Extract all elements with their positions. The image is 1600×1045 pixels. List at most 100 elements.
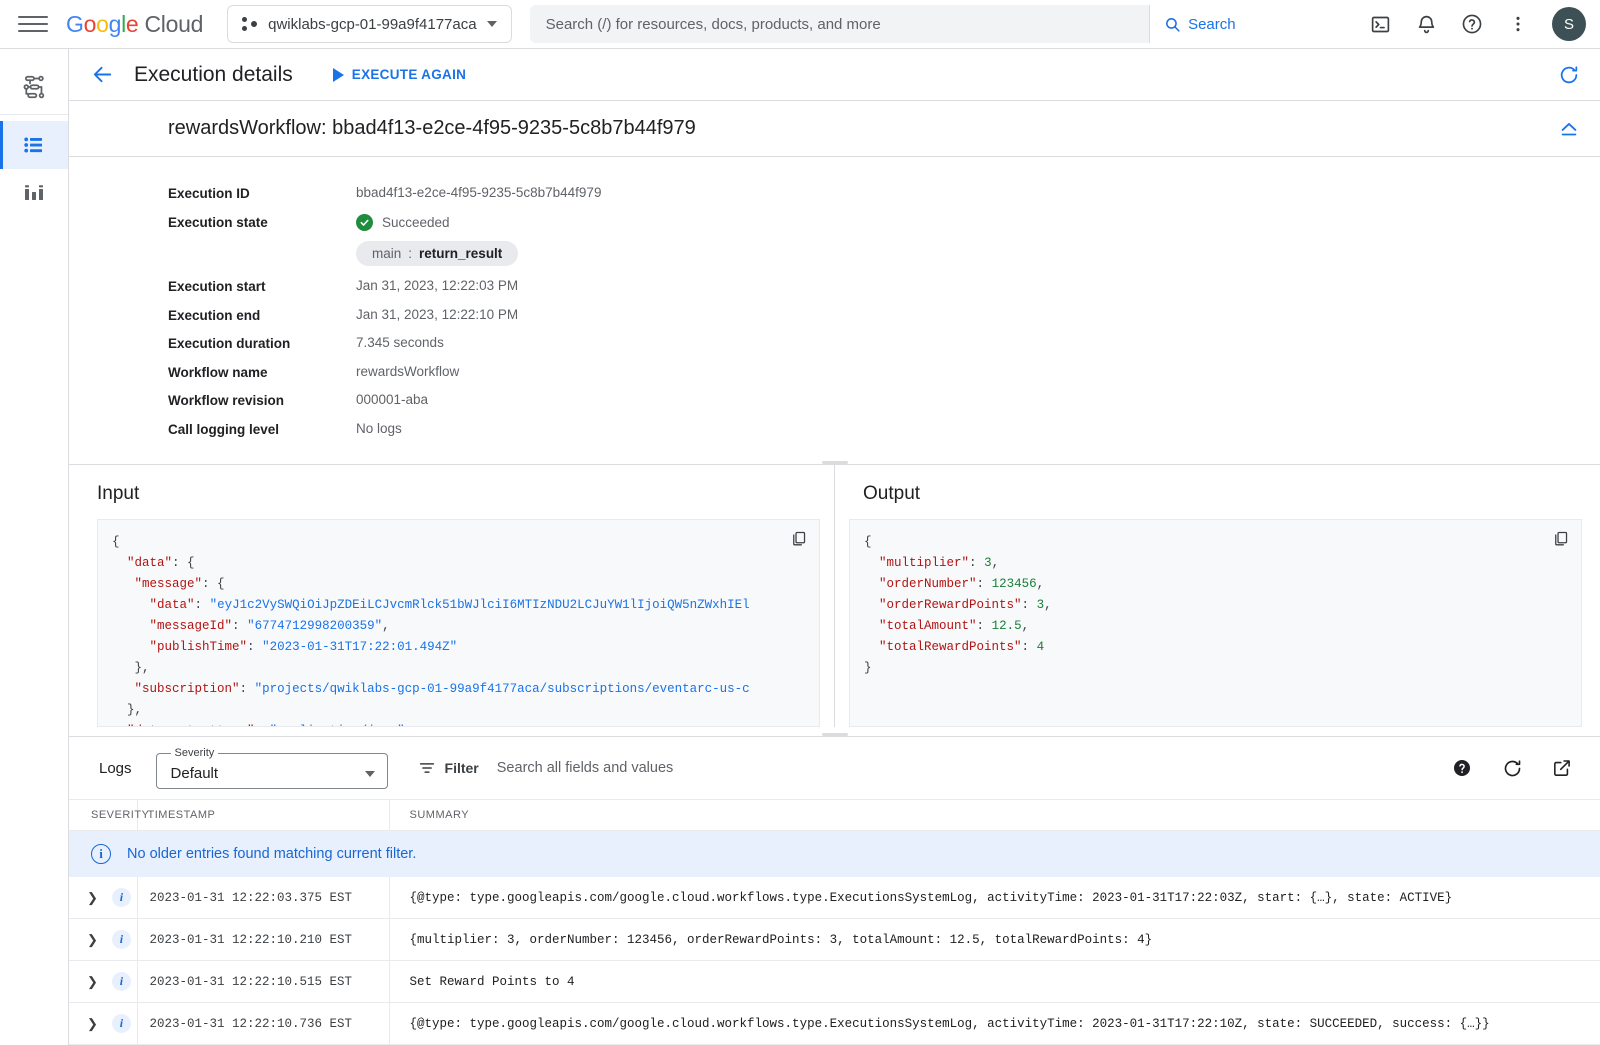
column-header-severity[interactable]: SEVERITY <box>69 800 137 831</box>
logs-actions <box>1442 748 1582 788</box>
detail-value: rewardsWorkflow <box>356 364 459 379</box>
search-button[interactable]: Search <box>1149 5 1254 43</box>
log-summary: {@type: type.googleapis.com/google.cloud… <box>389 1003 1600 1045</box>
content-column: Execution details EXECUTE AGAIN rewardsW… <box>69 49 1600 1045</box>
menu-icon[interactable] <box>18 9 48 39</box>
table-row[interactable]: ❯ i 2023-01-31 12:22:10.515 EST Set Rewa… <box>69 961 1600 1003</box>
log-severity-cell[interactable]: ❯ i <box>69 877 137 919</box>
detail-label: Execution duration <box>168 335 356 351</box>
copy-output-button[interactable] <box>1552 530 1569 552</box>
sidebar-item-workflow[interactable] <box>0 59 68 115</box>
input-code-box[interactable]: { "data": { "message": { "data": "eyJ1c2… <box>97 519 820 727</box>
detail-row-execution-start: Execution start Jan 31, 2023, 12:22:03 P… <box>168 278 1600 294</box>
execution-details-panel: Execution ID bbad4f13-e2ce-4f95-9235-5c8… <box>69 157 1600 455</box>
severity-select[interactable]: Severity Default <box>156 747 388 789</box>
sidebar-item-metrics[interactable] <box>0 169 68 217</box>
execution-subheader: rewardsWorkflow: bbad4f13-e2ce-4f95-9235… <box>69 101 1600 157</box>
copy-icon <box>1552 530 1569 547</box>
success-check-icon <box>356 214 373 231</box>
sidebar-item-executions[interactable] <box>0 121 68 169</box>
page-title: Execution details <box>134 63 293 87</box>
table-row[interactable]: ❯ i 2023-01-31 12:22:03.375 EST {@type: … <box>69 877 1600 919</box>
log-timestamp: 2023-01-31 12:22:03.375 EST <box>137 877 389 919</box>
search-input[interactable] <box>530 16 1149 33</box>
expand-row-icon[interactable]: ❯ <box>87 1016 98 1032</box>
detail-label: Execution end <box>168 307 356 323</box>
expand-row-icon[interactable]: ❯ <box>87 890 98 906</box>
workflow-icon <box>20 73 48 101</box>
avatar[interactable]: S <box>1552 7 1586 41</box>
back-button[interactable] <box>91 63 114 86</box>
log-timestamp: 2023-01-31 12:22:10.736 EST <box>137 1003 389 1045</box>
logs-refresh-button[interactable] <box>1492 748 1532 788</box>
output-json: { "multiplier": 3, "orderNumber": 123456… <box>850 520 1581 679</box>
execute-again-label: EXECUTE AGAIN <box>352 67 466 82</box>
expand-row-icon[interactable]: ❯ <box>87 974 98 990</box>
list-icon <box>22 133 46 157</box>
logs-table-head: SEVERITY TIMESTAMP SUMMARY <box>69 800 1600 831</box>
collapse-panel-button[interactable] <box>1558 118 1580 140</box>
log-timestamp: 2023-01-31 12:22:10.515 EST <box>137 961 389 1003</box>
page-header: Execution details EXECUTE AGAIN <box>69 49 1600 101</box>
bar-chart-icon <box>22 181 46 205</box>
help-button[interactable] <box>1452 4 1492 44</box>
step-scope: main <box>372 246 401 261</box>
detail-row-workflow-revision: Workflow revision 000001-aba <box>168 392 1600 408</box>
execution-state-text: Succeeded <box>382 215 450 230</box>
severity-info-icon: i <box>112 888 131 907</box>
input-json: { "data": { "message": { "data": "eyJ1c2… <box>98 520 819 727</box>
logo-google-text: Google <box>66 11 138 37</box>
log-severity-cell[interactable]: ❯ i <box>69 961 137 1003</box>
detail-label: Workflow name <box>168 364 356 380</box>
column-header-summary[interactable]: SUMMARY <box>389 800 1600 831</box>
expand-row-icon[interactable]: ❯ <box>87 932 98 948</box>
severity-info-icon: i <box>112 1014 131 1033</box>
filter-button[interactable]: Filter <box>418 759 479 777</box>
panel-resize-handle-top[interactable] <box>69 455 1600 464</box>
log-summary: {multiplier: 3, orderNumber: 123456, ord… <box>389 919 1600 961</box>
search-bar[interactable]: Search <box>530 5 1254 43</box>
panel-resize-handle-bottom[interactable] <box>69 727 1600 736</box>
sidebar-rail <box>0 49 69 1045</box>
logs-notice-cell: i No older entries found matching curren… <box>69 831 1600 878</box>
refresh-button[interactable] <box>1558 64 1580 86</box>
project-selector[interactable]: qwiklabs-gcp-01-99a9f4177aca <box>227 5 511 43</box>
more-options-button[interactable] <box>1498 4 1538 44</box>
bell-icon <box>1416 14 1437 35</box>
logs-help-button[interactable] <box>1442 748 1482 788</box>
log-summary: {@type: type.googleapis.com/google.cloud… <box>389 877 1600 919</box>
copy-input-button[interactable] <box>790 530 807 552</box>
output-code-box[interactable]: { "multiplier": 3, "orderNumber": 123456… <box>849 519 1582 727</box>
input-pane: Input { "data": { "message": { "data": "… <box>69 465 835 727</box>
copy-icon <box>790 530 807 547</box>
table-row[interactable]: ❯ i 2023-01-31 12:22:10.210 EST {multipl… <box>69 919 1600 961</box>
help-circle-icon <box>1461 13 1483 35</box>
filter-label: Filter <box>445 760 479 776</box>
output-title: Output <box>835 465 1600 519</box>
input-title: Input <box>69 465 834 519</box>
logs-toolbar: Logs Severity Default Filter <box>69 737 1600 799</box>
execute-again-button[interactable]: EXECUTE AGAIN <box>333 67 466 82</box>
body-region: Execution details EXECUTE AGAIN rewardsW… <box>0 49 1600 1045</box>
status-badge: Succeeded <box>356 214 518 231</box>
open-in-logs-explorer-button[interactable] <box>1542 748 1582 788</box>
app-root: Google Cloud qwiklabs-gcp-01-99a9f4177ac… <box>0 0 1600 1045</box>
notifications-button[interactable] <box>1406 4 1446 44</box>
detail-row-workflow-name: Workflow name rewardsWorkflow <box>168 364 1600 380</box>
project-icon <box>242 16 258 32</box>
log-severity-cell[interactable]: ❯ i <box>69 1003 137 1045</box>
cloud-shell-button[interactable] <box>1360 4 1400 44</box>
logs-search-input[interactable] <box>479 759 1432 777</box>
logo-cloud-text: Cloud <box>145 11 204 37</box>
chevron-down-icon <box>487 21 497 27</box>
help-filled-icon <box>1452 758 1472 778</box>
detail-row-call-logging-level: Call logging level No logs <box>168 421 1600 437</box>
detail-row-execution-end: Execution end Jan 31, 2023, 12:22:10 PM <box>168 307 1600 323</box>
step-separator: : <box>408 246 412 261</box>
table-row[interactable]: ❯ i 2023-01-31 12:22:10.736 EST {@type: … <box>69 1003 1600 1045</box>
column-header-timestamp[interactable]: TIMESTAMP <box>137 800 389 831</box>
detail-value: Jan 31, 2023, 12:22:10 PM <box>356 307 518 322</box>
google-cloud-logo[interactable]: Google Cloud <box>66 11 203 38</box>
severity-info-icon: i <box>112 930 131 949</box>
log-severity-cell[interactable]: ❯ i <box>69 919 137 961</box>
